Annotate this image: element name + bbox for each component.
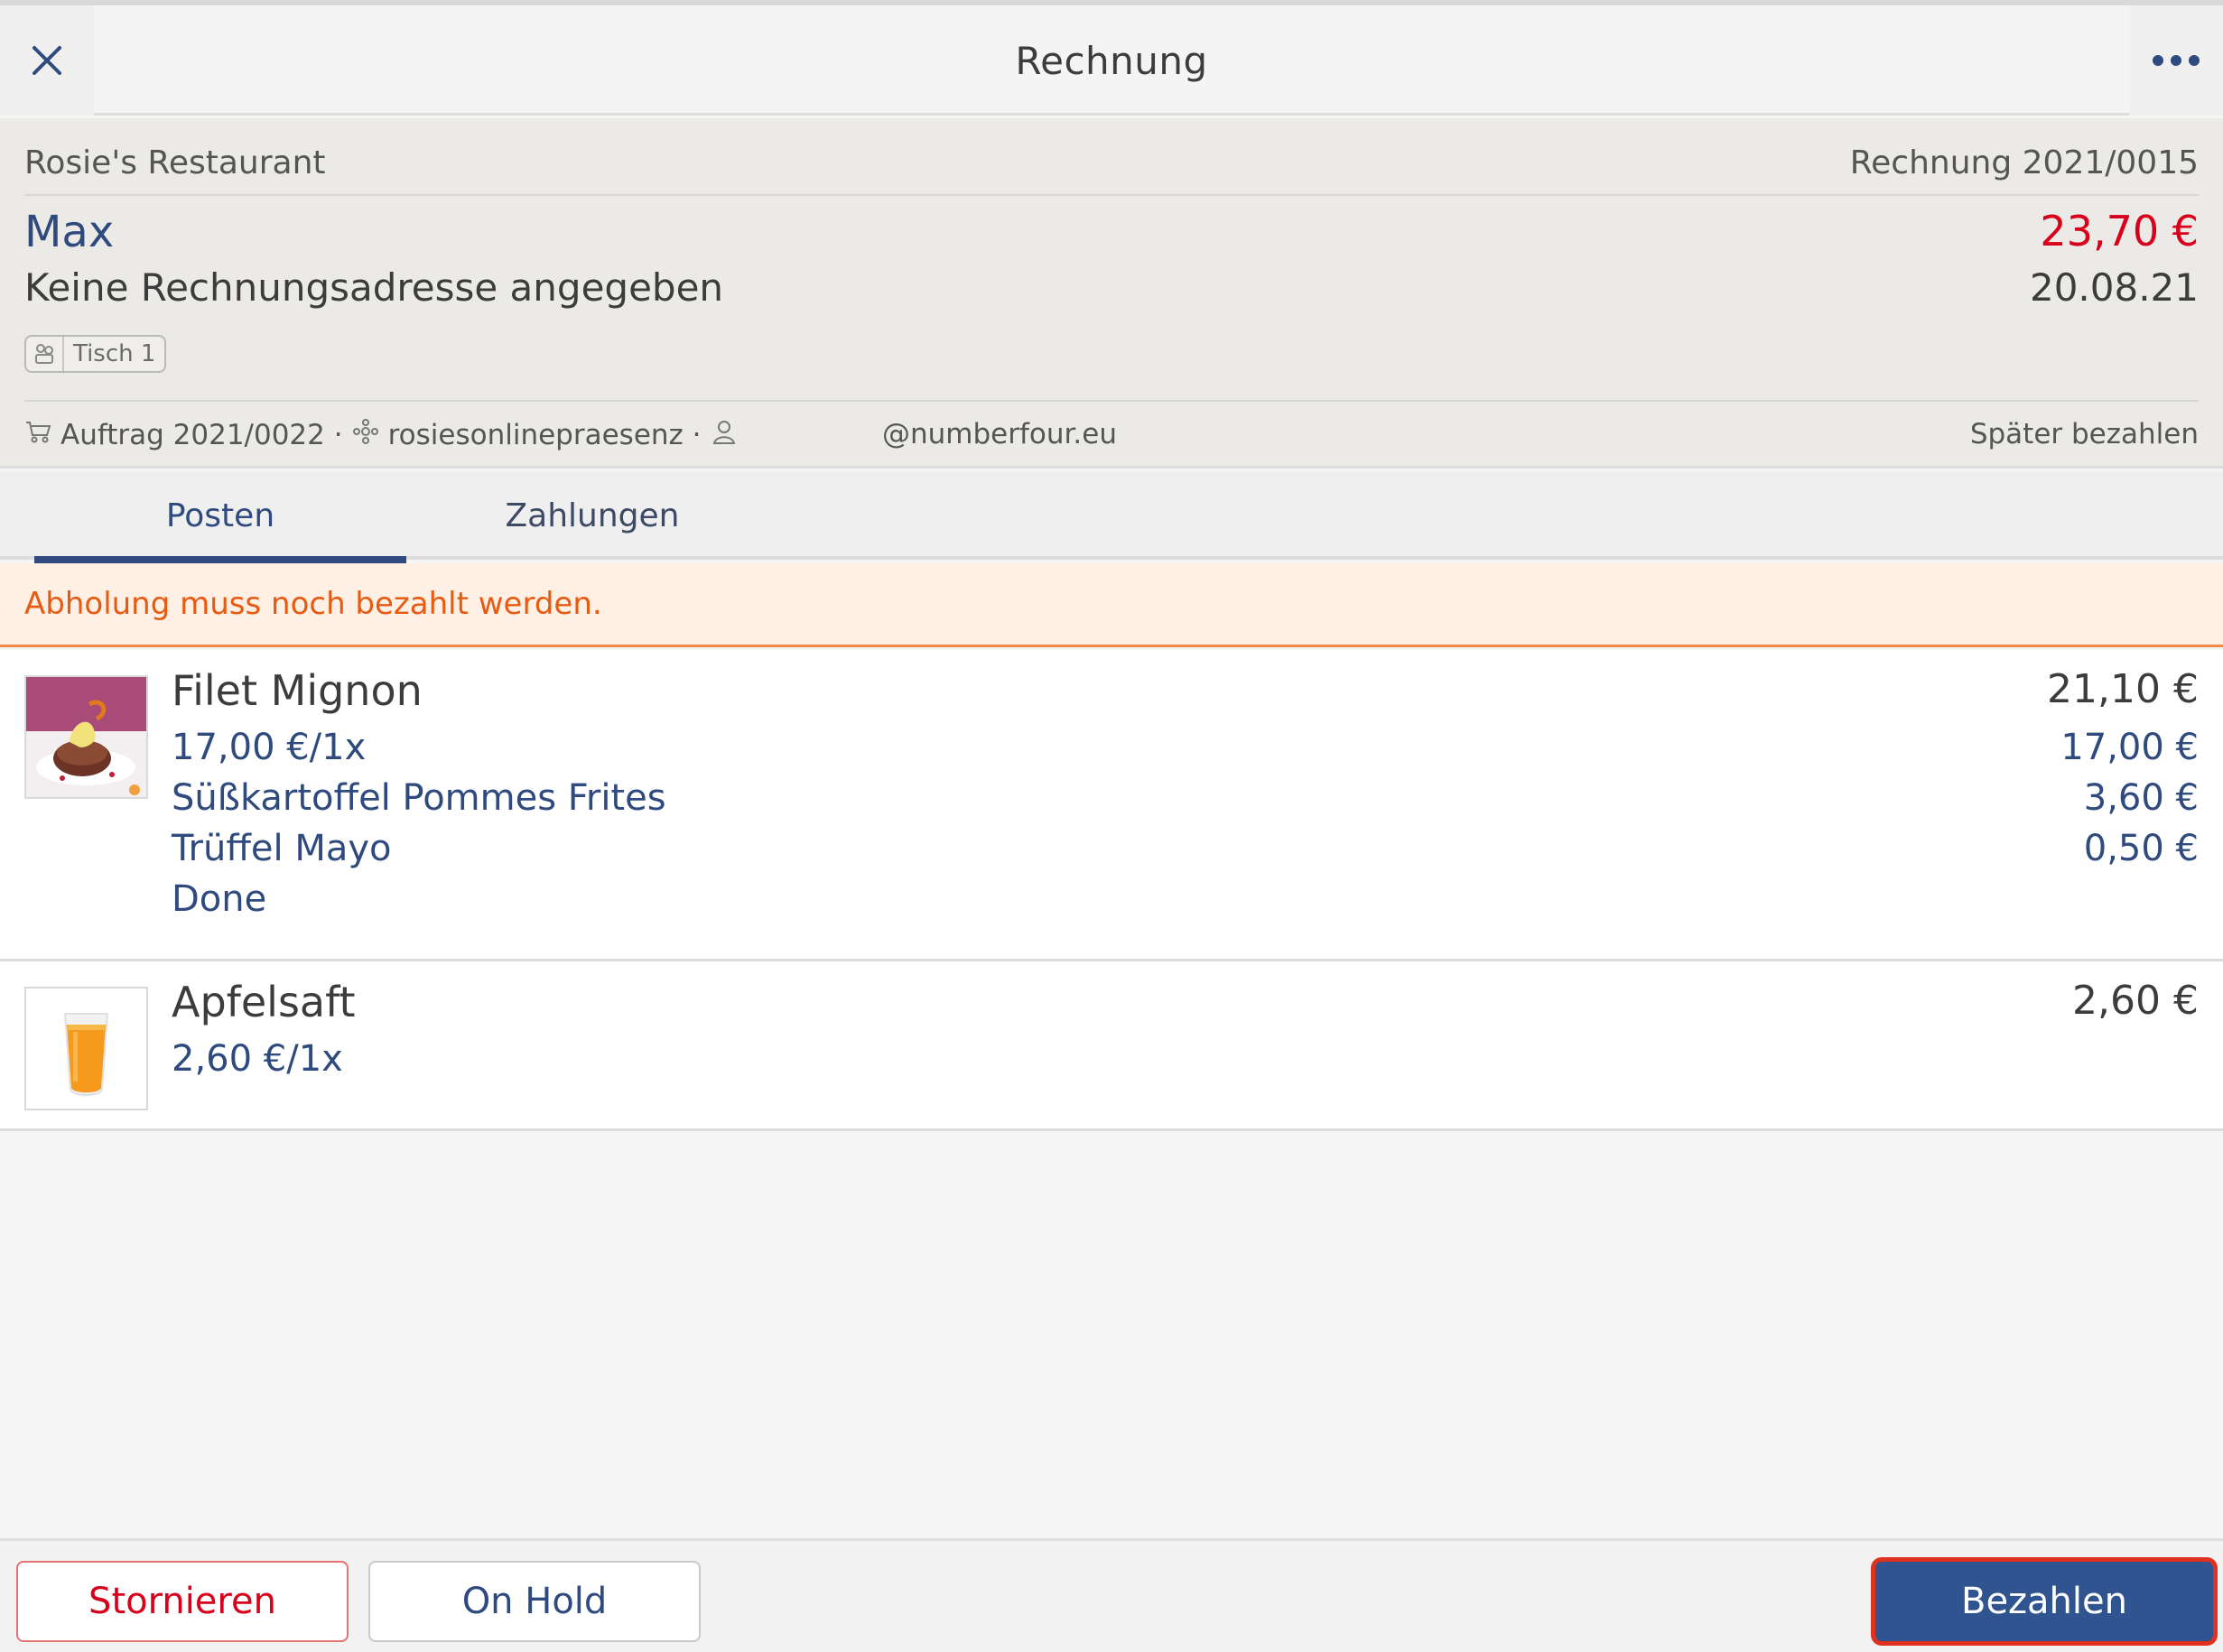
page-title: Rechnung (1015, 38, 1208, 83)
restaurant-name: Rosie's Restaurant (24, 144, 326, 181)
invoice-total: 23,70 € (2040, 207, 2199, 255)
steak-dish-icon (26, 677, 146, 797)
item-modifier-price: 3,60 € (2083, 777, 2199, 819)
invoice-info-panel: Rosie's Restaurant Rechnung 2021/0015 Ma… (0, 118, 2223, 469)
header-bar: Rechnung (0, 5, 2223, 116)
list-item[interactable]: Filet Mignon 21,10 € 17,00 €/1x 17,00 € … (0, 650, 2223, 961)
cart-icon (24, 419, 51, 451)
item-unit-total: 17,00 € (2060, 727, 2199, 768)
tab-bar: Posten Zahlungen (0, 471, 2223, 563)
item-price: 21,10 € (2047, 666, 2199, 712)
tab-zahlungen[interactable]: Zahlungen (406, 471, 778, 560)
item-status: Done (172, 878, 267, 920)
more-button[interactable] (2129, 5, 2223, 116)
item-image (24, 675, 148, 799)
order-number[interactable]: Auftrag 2021/0022 · (60, 419, 343, 451)
item-name: Apfelsaft (172, 978, 356, 1026)
item-image (24, 987, 148, 1110)
table-label: Tisch 1 (73, 340, 156, 367)
item-modifier: Trüffel Mayo (172, 828, 392, 869)
tab-posten[interactable]: Posten (34, 471, 406, 563)
pay-button[interactable]: Bezahlen (1871, 1557, 2218, 1646)
source-icon (352, 418, 379, 452)
invoice-number: Rechnung 2021/0015 (1849, 144, 2199, 181)
billing-address: Keine Rechnungsadresse angegeben (24, 265, 724, 310)
customer-name[interactable]: Max (24, 207, 114, 257)
order-source: rosiesonlinepraesenz · (387, 419, 702, 451)
payment-warning-banner: Abholung muss noch bezahlt werden. (0, 563, 2223, 647)
cancel-button[interactable]: Stornieren (16, 1561, 349, 1642)
item-modifier: Süßkartoffel Pommes Frites (172, 777, 666, 819)
item-name: Filet Mignon (172, 666, 423, 715)
table-icon (26, 337, 64, 371)
user-icon (711, 418, 738, 452)
item-modifier-price: 0,50 € (2083, 828, 2199, 869)
list-item[interactable]: Apfelsaft 2,60 € 2,60 €/1x (0, 961, 2223, 1131)
item-unit-price: 17,00 €/1x (172, 727, 367, 768)
more-icon (2149, 52, 2203, 70)
item-price: 2,60 € (2072, 978, 2199, 1024)
table-chip: Tisch 1 (24, 335, 167, 373)
order-meta-row: Auftrag 2021/0022 · rosiesonlinepraesenz… (24, 400, 2199, 465)
on-hold-button[interactable]: On Hold (368, 1561, 701, 1642)
juice-glass-icon (26, 988, 146, 1109)
item-list: Filet Mignon 21,10 € 17,00 €/1x 17,00 € … (0, 650, 2223, 1131)
pay-later-status[interactable]: Später bezahlen (1970, 418, 2199, 450)
invoice-date: 20.08.21 (2029, 265, 2199, 310)
user-email: @numberfour.eu (882, 418, 1117, 450)
footer-bar: Stornieren On Hold Bezahlen (0, 1538, 2223, 1652)
item-unit-price: 2,60 €/1x (172, 1038, 343, 1080)
